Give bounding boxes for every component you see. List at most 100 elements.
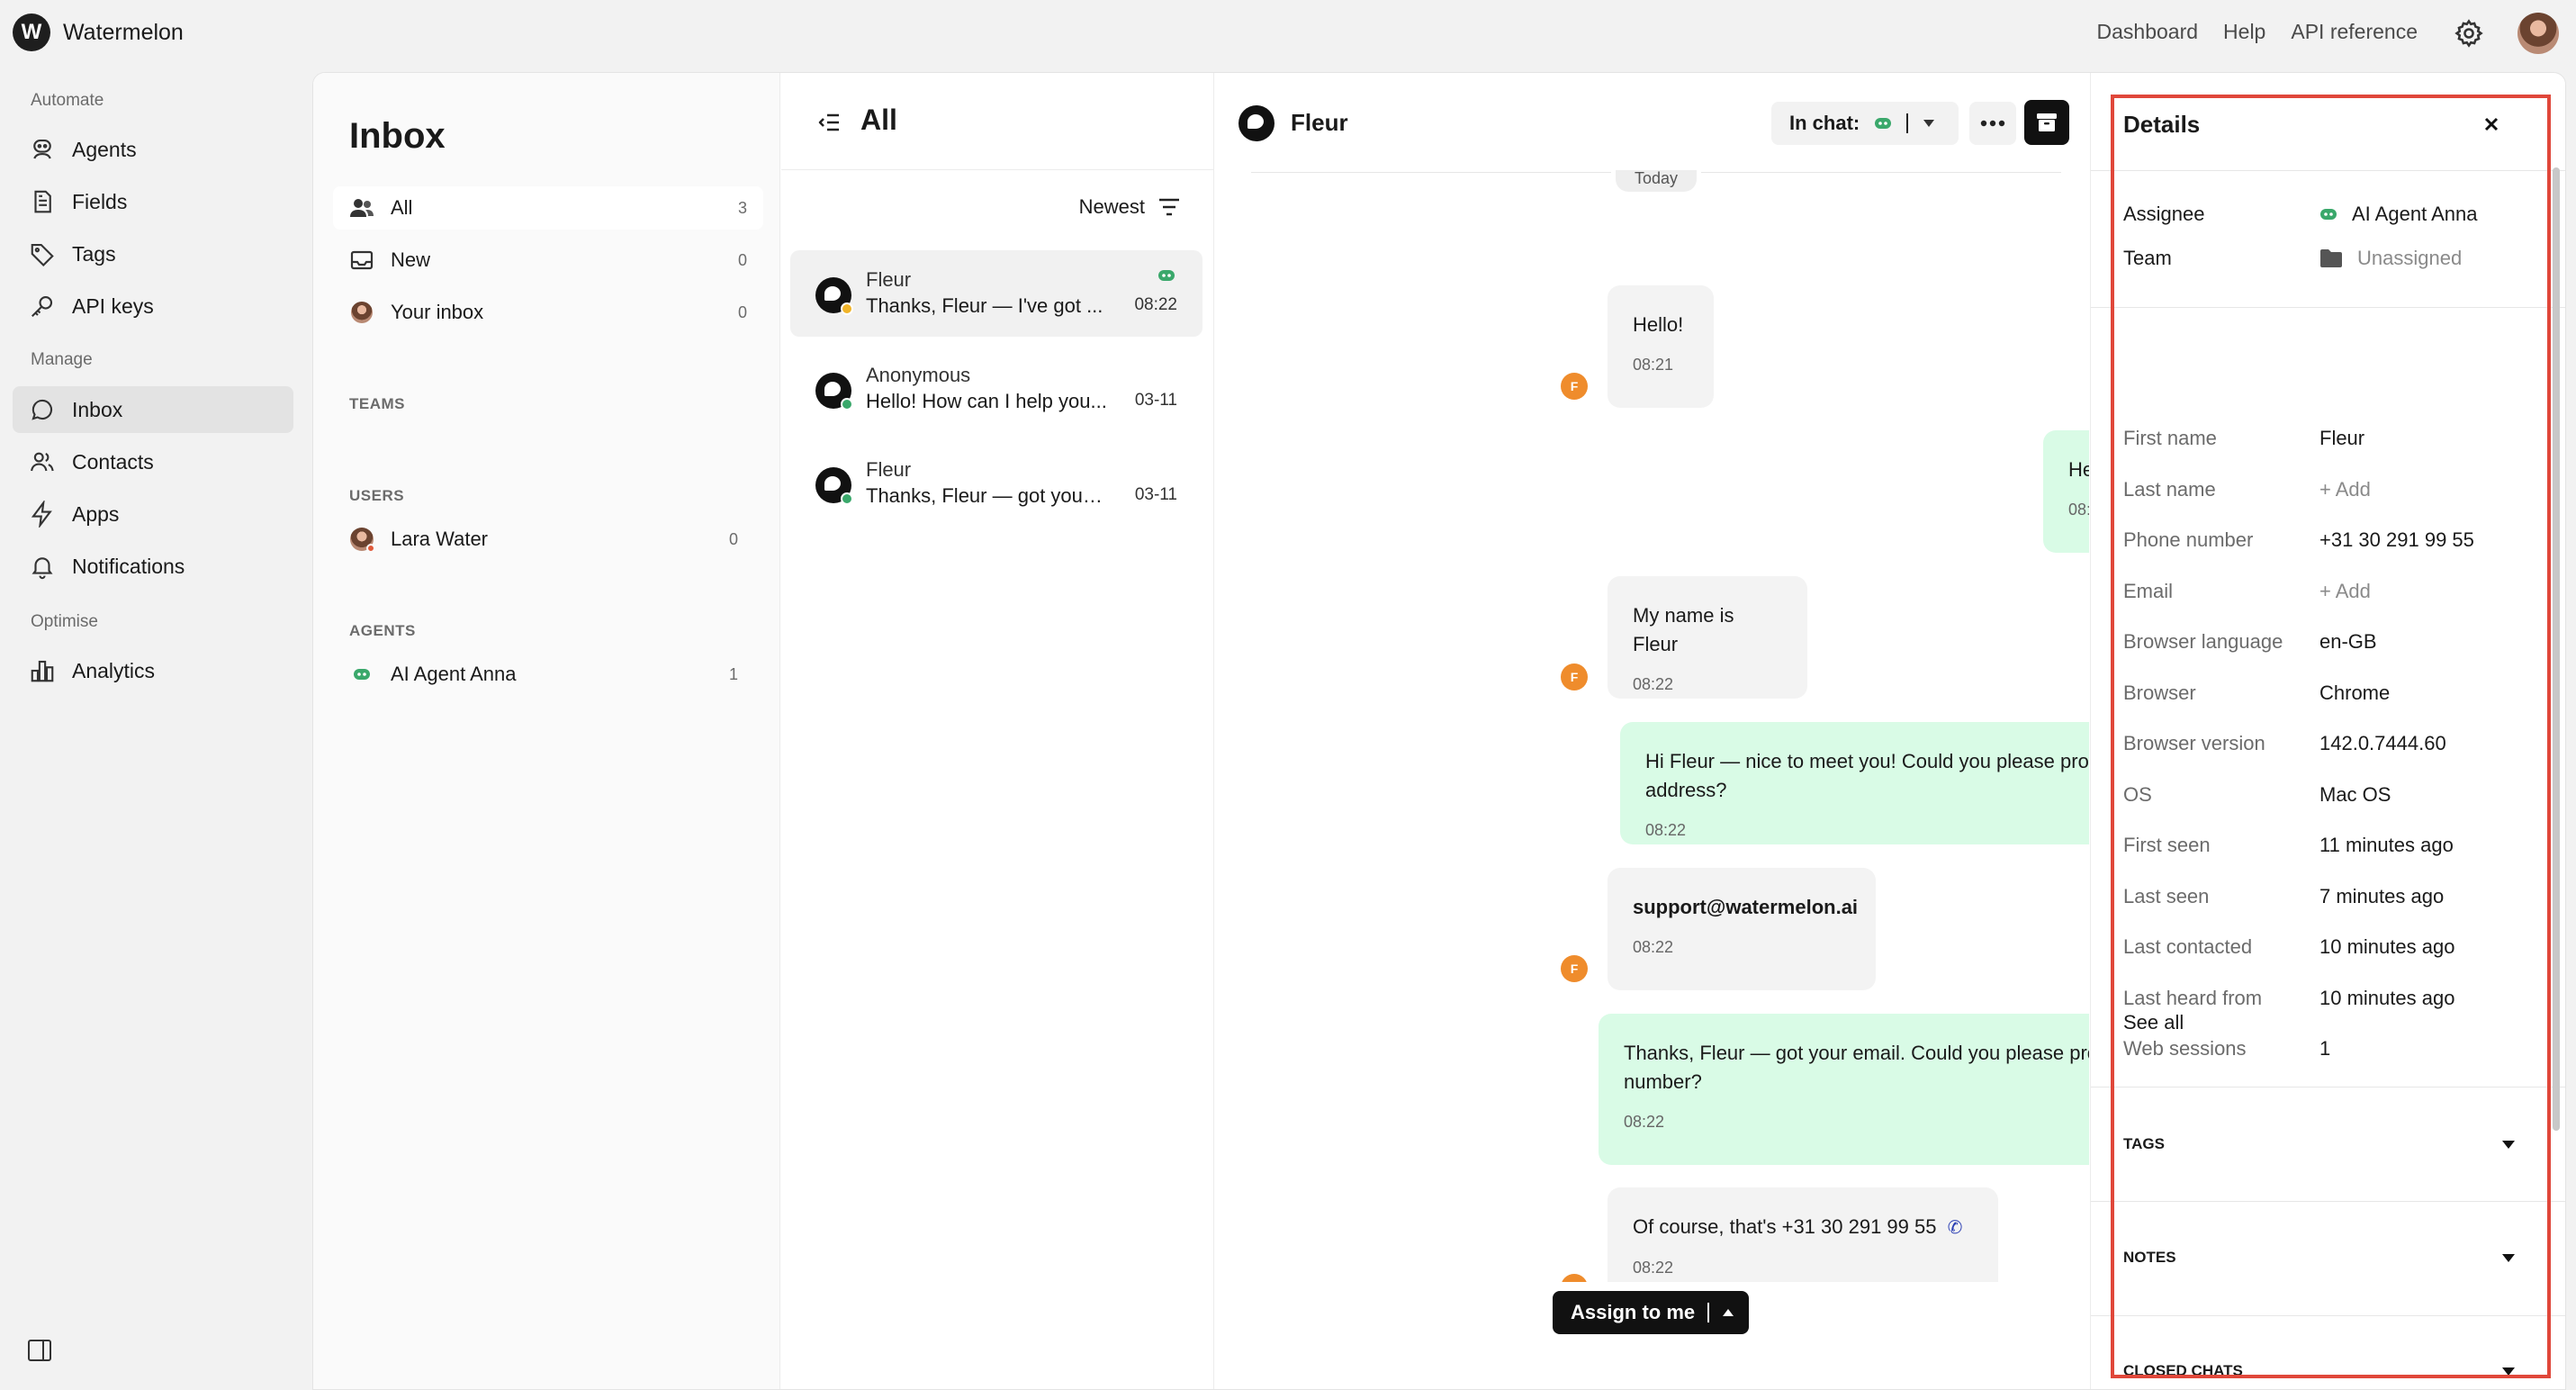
assign-to-me-button[interactable]: Assign to me [1553,1291,1749,1334]
nav-item-label: Contacts [72,449,154,474]
help-link[interactable]: Help [2223,20,2265,44]
detail-field-row[interactable]: Email + Add [2123,573,2537,609]
in-chat-dropdown[interactable]: In chat: [1771,102,1959,145]
nav-item-label: Analytics [72,658,156,682]
nav-item-label: API keys [72,293,154,318]
tags-label: TAGS [2123,1135,2165,1152]
inbox-filter-your-inbox[interactable]: Your inbox 0 [333,291,763,334]
conversation-item[interactable]: Fleur Thanks, Fleur — got your ... 03-11 [790,440,1202,527]
archive-button[interactable] [2024,100,2069,145]
divider [1701,172,2061,173]
tags-section-header[interactable]: TAGS [2123,1135,2516,1153]
detail-value: Chrome [2319,681,2391,704]
divider [1906,113,1909,133]
notes-section-header[interactable]: NOTES [2123,1249,2516,1267]
sort-dropdown[interactable]: Newest [1079,195,1181,219]
detail-field-row[interactable]: Last contacted 10 minutes ago [2123,929,2537,965]
contact-avatar: F [1561,955,1588,982]
inbox-user-row[interactable]: Lara Water 0 [333,518,754,561]
nav-item-apps[interactable]: Apps [13,491,293,537]
detail-field-row[interactable]: Last seen 7 minutes ago [2123,879,2537,915]
inbox-filter-new[interactable]: New 0 [333,239,763,282]
divider [1251,172,1611,173]
message-time: 08:21 [2068,501,2089,519]
nav-item-label: Notifications [72,554,185,578]
brand[interactable]: W Watermelon [13,14,184,51]
details-panel: Details Assignee AI Agent Anna Team Unas… [2090,73,2565,1389]
detail-value[interactable]: + Add [2319,478,2371,501]
bot-icon [2320,209,2337,220]
phone-icon: ✆ [1947,1218,1963,1238]
nav-item-analytics[interactable]: Analytics [13,647,293,694]
collapse-list-icon[interactable] [817,111,841,134]
message-time: 08:22 [1633,675,1674,693]
message-bubble-incoming: Of course, that's +31 30 291 99 55 ✆ 08:… [1608,1187,1998,1282]
nav-item-fields[interactable]: Fields [13,178,293,225]
details-scrollbar[interactable] [2553,167,2560,1131]
detail-field-row[interactable]: First name Fleur [2123,420,2537,456]
inbox-agent-row[interactable]: AI Agent Anna 1 [333,653,754,696]
date-separator: Today [1616,170,1697,192]
message-bubble-incoming: My name is Fleur 08:22 [1608,576,1807,699]
conversation-item[interactable]: Anonymous Hello! How can I help you... 0… [790,346,1202,432]
detail-value[interactable]: + Add [2319,580,2371,603]
nav-item-notifications[interactable]: Notifications [13,543,293,590]
detail-field-row[interactable]: Browser Chrome [2123,675,2537,711]
conversation-list-panel: All Newest Fleur Thanks, Fleur — I've go… [781,73,1214,1389]
chevron-down-icon [1923,120,1935,127]
detail-field-row[interactable]: Browser language en-GB [2123,624,2537,660]
message-text: Thanks, Fleur — got your email. Could yo… [1624,1042,2089,1093]
detail-label: Browser version [2123,732,2265,754]
nav-item-contacts[interactable]: Contacts [13,438,293,485]
inbox-filter-label: New [391,248,431,271]
dashboard-link[interactable]: Dashboard [2097,20,2199,44]
user-avatar[interactable] [2517,13,2559,54]
detail-assignee[interactable]: Assignee AI Agent Anna [2123,196,2537,232]
nav-item-label: Agents [72,137,137,161]
see-all-link[interactable]: See all [2123,1005,2537,1041]
message-text: Of course, that's +31 30 291 99 55 [1633,1215,1937,1238]
lightning-icon [31,501,52,528]
filter-lines-icon [1159,198,1179,216]
divider [2091,1315,2565,1316]
assignee-name: AI Agent Anna [2352,203,2478,225]
chevron-up-icon[interactable] [1722,1308,1734,1317]
nav-item-agents[interactable]: Agents [13,126,293,173]
sort-label: Newest [1078,195,1145,218]
detail-field-row[interactable]: Last name + Add [2123,472,2537,508]
nav-item-tags[interactable]: Tags [13,230,293,277]
detail-label: Email [2123,580,2174,602]
nav-item-api-keys[interactable]: API keys [13,283,293,329]
detail-field-row[interactable]: Browser version 142.0.7444.60 [2123,726,2537,762]
message-text: Hello! What's your name? [2068,458,2089,481]
chevron-down-icon [2502,1367,2515,1376]
detail-field-row[interactable]: Phone number +31 30 291 99 55 [2123,522,2537,558]
in-chat-label: In chat: [1789,112,1860,134]
conversation-preview: Thanks, Fleur — got your ... [866,484,1107,507]
nav-item-inbox[interactable]: Inbox [13,386,293,433]
closed-chats-section-header[interactable]: CLOSED CHATS [2123,1362,2516,1380]
detail-value: 10 minutes ago [2319,935,2455,958]
sidebar-toggle-icon[interactable] [27,1339,52,1362]
inbox-user-count: 0 [728,529,738,548]
gear-icon[interactable] [2454,18,2484,49]
contact-avatar [815,467,853,505]
divider [1707,1303,1710,1322]
detail-value: Unassigned [2319,247,2462,270]
inbox-user-name: Lara Water [391,528,489,550]
api-reference-link[interactable]: API reference [2291,20,2418,44]
inbox-filter-all[interactable]: All 3 [333,186,763,230]
detail-field-row[interactable]: OS Mac OS [2123,777,2537,813]
inbox-filter-count: 0 [737,250,747,269]
more-options-button[interactable] [1969,102,2016,145]
conversation-time: 03-11 [1134,485,1177,504]
inbox-agent-count: 1 [728,664,738,683]
close-icon[interactable] [2480,113,2503,136]
divider [2091,170,2565,171]
detail-field-row[interactable]: First seen 11 minutes ago [2123,827,2537,863]
ellipsis-icon [1980,120,2005,127]
avatar [349,300,374,325]
conversation-item[interactable]: Fleur Thanks, Fleur — I've got ... 08:22 [790,250,1202,337]
detail-team[interactable]: Team Unassigned [2123,240,2537,276]
document-icon [34,190,51,213]
